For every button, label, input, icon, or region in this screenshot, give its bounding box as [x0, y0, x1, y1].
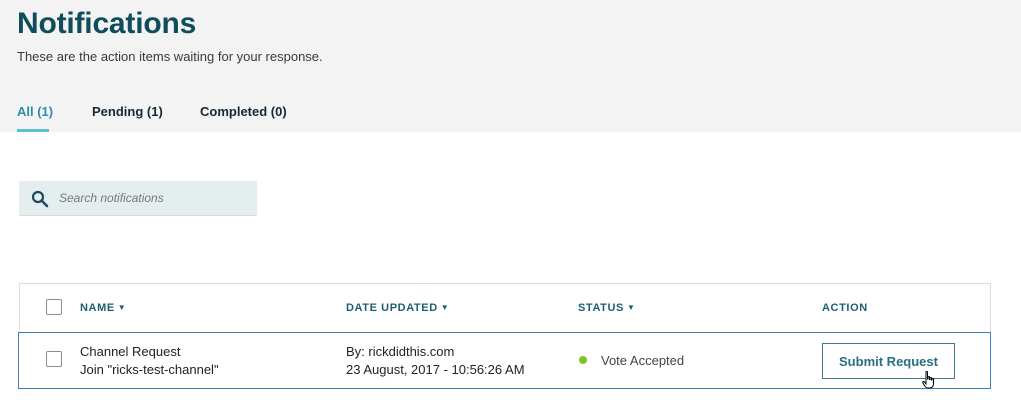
column-header-status-label: STATUS	[578, 302, 624, 314]
sort-caret-icon: ▼	[117, 303, 127, 312]
page-title: Notifications	[17, 7, 197, 40]
status-text: Vote Accepted	[601, 353, 685, 368]
column-header-status[interactable]: STATUS ▼	[578, 302, 636, 314]
active-tab-indicator	[17, 129, 49, 132]
search-bar[interactable]	[19, 181, 257, 216]
column-header-date-label: DATE UPDATED	[346, 302, 438, 314]
column-header-date-updated[interactable]: DATE UPDATED ▼	[346, 302, 449, 314]
search-input[interactable]	[59, 181, 249, 214]
date-updated: 23 August, 2017 - 10:56:26 AM	[346, 362, 525, 377]
page-header: Notifications These are the action items…	[0, 0, 1021, 132]
column-header-name-label: NAME	[80, 302, 115, 314]
tab-all[interactable]: All (1)	[17, 104, 53, 119]
updated-by: By: rickdidthis.com	[346, 344, 455, 359]
tab-pending[interactable]: Pending (1)	[92, 104, 163, 119]
search-icon	[31, 190, 49, 208]
page-subtitle: These are the action items waiting for y…	[17, 49, 323, 64]
column-header-name[interactable]: NAME ▼	[80, 302, 126, 314]
sort-caret-icon: ▼	[626, 303, 636, 312]
select-all-checkbox[interactable]	[46, 299, 62, 315]
notification-name: Channel Request	[80, 344, 181, 359]
column-header-action: ACTION	[822, 302, 868, 314]
row-checkbox[interactable]	[46, 351, 62, 367]
sort-caret-icon: ▼	[440, 303, 450, 312]
tab-completed[interactable]: Completed (0)	[200, 104, 287, 119]
status-dot-icon	[579, 356, 587, 364]
notification-detail: Join "ricks-test-channel"	[80, 362, 219, 377]
hand-cursor-icon	[922, 371, 934, 389]
